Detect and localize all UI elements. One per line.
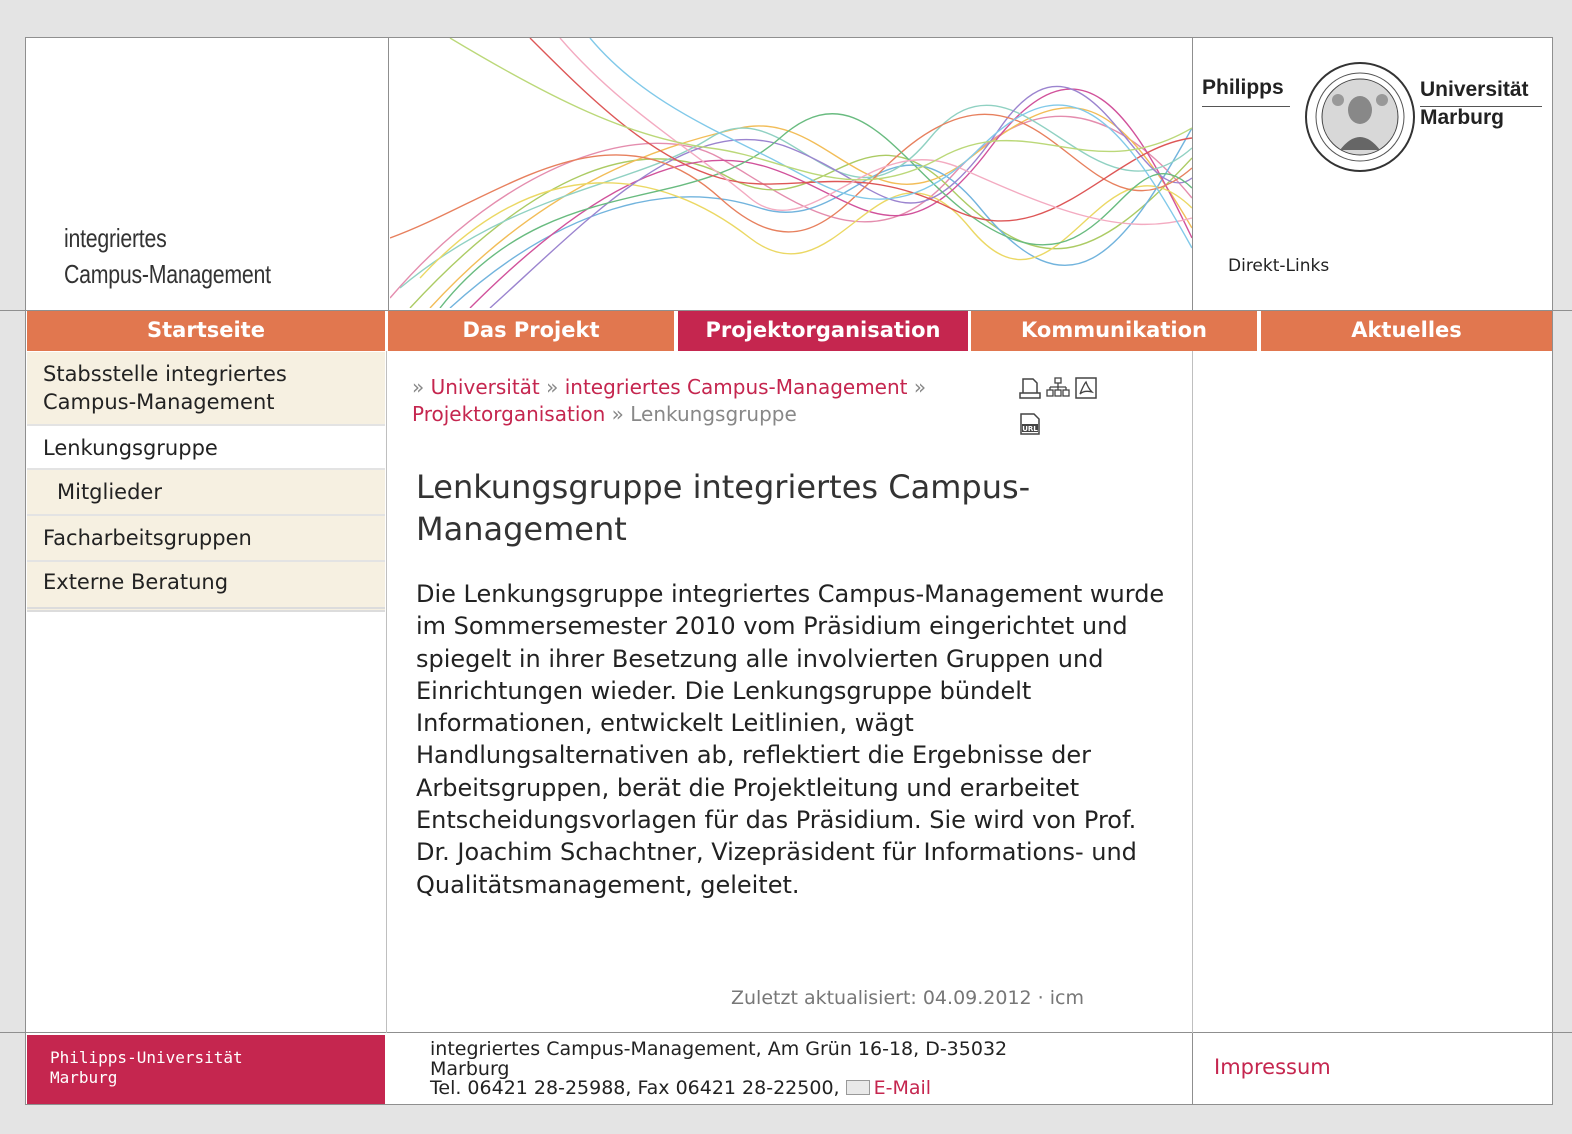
breadcrumb: » Universität » integriertes Campus-Mana…	[412, 374, 1012, 428]
nav-das-projekt[interactable]: Das Projekt	[388, 311, 674, 351]
sitemap-icon[interactable]	[1046, 376, 1070, 400]
logo-text-universitaet: Universität Marburg	[1420, 76, 1529, 132]
header-divider-right	[1192, 38, 1193, 310]
sidebar-item-mitglieder[interactable]: Mitglieder	[27, 470, 385, 516]
sidebar-item-label: Facharbeitsgruppen	[43, 526, 252, 550]
header-divider-left	[388, 38, 389, 310]
mail-icon	[845, 1080, 870, 1095]
site-brand[interactable]: integriertes Campus-Management	[64, 220, 271, 292]
logo-text-line2: Marburg	[1420, 106, 1504, 129]
breadcrumb-separator: »	[546, 375, 559, 399]
footer-divider-right	[1192, 1033, 1193, 1105]
nav-aktuelles[interactable]: Aktuelles	[1261, 311, 1552, 351]
wave-banner-image	[390, 38, 1192, 308]
breadcrumb-current: Lenkungsgruppe	[630, 402, 797, 426]
logo-text-line1: Universität	[1420, 78, 1529, 101]
footer-university-line1: Philipps-Universität	[50, 1048, 243, 1067]
sidebar-item-label: Lenkungsgruppe	[43, 436, 218, 460]
header-banner	[390, 38, 1192, 308]
sidebar-item-externe-beratung[interactable]: Externe Beratung	[27, 562, 385, 612]
sidebar-item-label: Mitglieder	[57, 480, 162, 504]
logo-underline-right	[1420, 106, 1542, 107]
breadcrumb-separator: »	[913, 375, 927, 399]
logo-text-philipps: Philipps	[1202, 76, 1284, 99]
logo-underline-left	[1202, 106, 1290, 107]
direkt-links-menu[interactable]: Direkt-Links	[1228, 256, 1329, 276]
svg-text:URL: URL	[1022, 425, 1038, 433]
nav-projektorganisation[interactable]: Projektorganisation	[678, 311, 968, 351]
breadcrumb-link-icm[interactable]: integriertes Campus-Management	[565, 375, 908, 399]
footer-contact: Tel. 06421 28-25988, Fax 06421 28-22500,…	[430, 1077, 1170, 1099]
sidebar-item-label: Externe Beratung	[43, 570, 229, 594]
site-brand-line2: Campus-Management	[64, 259, 271, 289]
footer-address-line1: integriertes Campus-Management, Am Grün …	[430, 1038, 1008, 1060]
content-divider-right	[1192, 351, 1193, 1033]
breadcrumb-link-universitaet[interactable]: Universität	[431, 375, 540, 399]
page-paragraph: Die Lenkungsgruppe integriertes Campus-M…	[416, 580, 1165, 899]
sidebar-item-label: Stabsstelle integriertes Campus-Manageme…	[43, 362, 287, 414]
breadcrumb-separator: »	[611, 402, 624, 426]
nav-startseite[interactable]: Startseite	[27, 311, 385, 351]
footer-university-line2: Marburg	[50, 1068, 118, 1087]
last-updated: Zuletzt aktualisiert: 04.09.2012 · icm	[731, 987, 1084, 1009]
print-icon[interactable]	[1018, 376, 1042, 400]
breadcrumb-link-projektorganisation[interactable]: Projektorganisation	[412, 402, 605, 426]
pdf-icon[interactable]	[1074, 376, 1098, 400]
breadcrumb-separator: »	[412, 375, 425, 399]
sidebar-item-stabsstelle[interactable]: Stabsstelle integriertes Campus-Manageme…	[27, 352, 385, 426]
footer-divider	[0, 1032, 1572, 1033]
nav-kommunikation[interactable]: Kommunikation	[971, 311, 1257, 351]
footer-address: integriertes Campus-Management, Am Grün …	[430, 1038, 1170, 1099]
url-icon[interactable]: URL	[1018, 412, 1042, 436]
sidebar-item-lenkungsgruppe[interactable]: Lenkungsgruppe	[27, 426, 385, 470]
site-brand-line1: integriertes	[64, 223, 167, 253]
page-title: Lenkungsgruppe integriertes Campus-Manag…	[416, 468, 1031, 548]
impressum-link[interactable]: Impressum	[1214, 1055, 1331, 1079]
content-divider-left	[386, 351, 387, 1033]
sidebar-item-facharbeitsgruppen[interactable]: Facharbeitsgruppen	[27, 516, 385, 562]
footer-contact-text: Tel. 06421 28-25988, Fax 06421 28-22500,	[430, 1077, 840, 1099]
footer-university-name[interactable]: Philipps-Universität Marburg	[50, 1048, 243, 1088]
footer-email-link[interactable]: E-Mail	[874, 1077, 931, 1099]
